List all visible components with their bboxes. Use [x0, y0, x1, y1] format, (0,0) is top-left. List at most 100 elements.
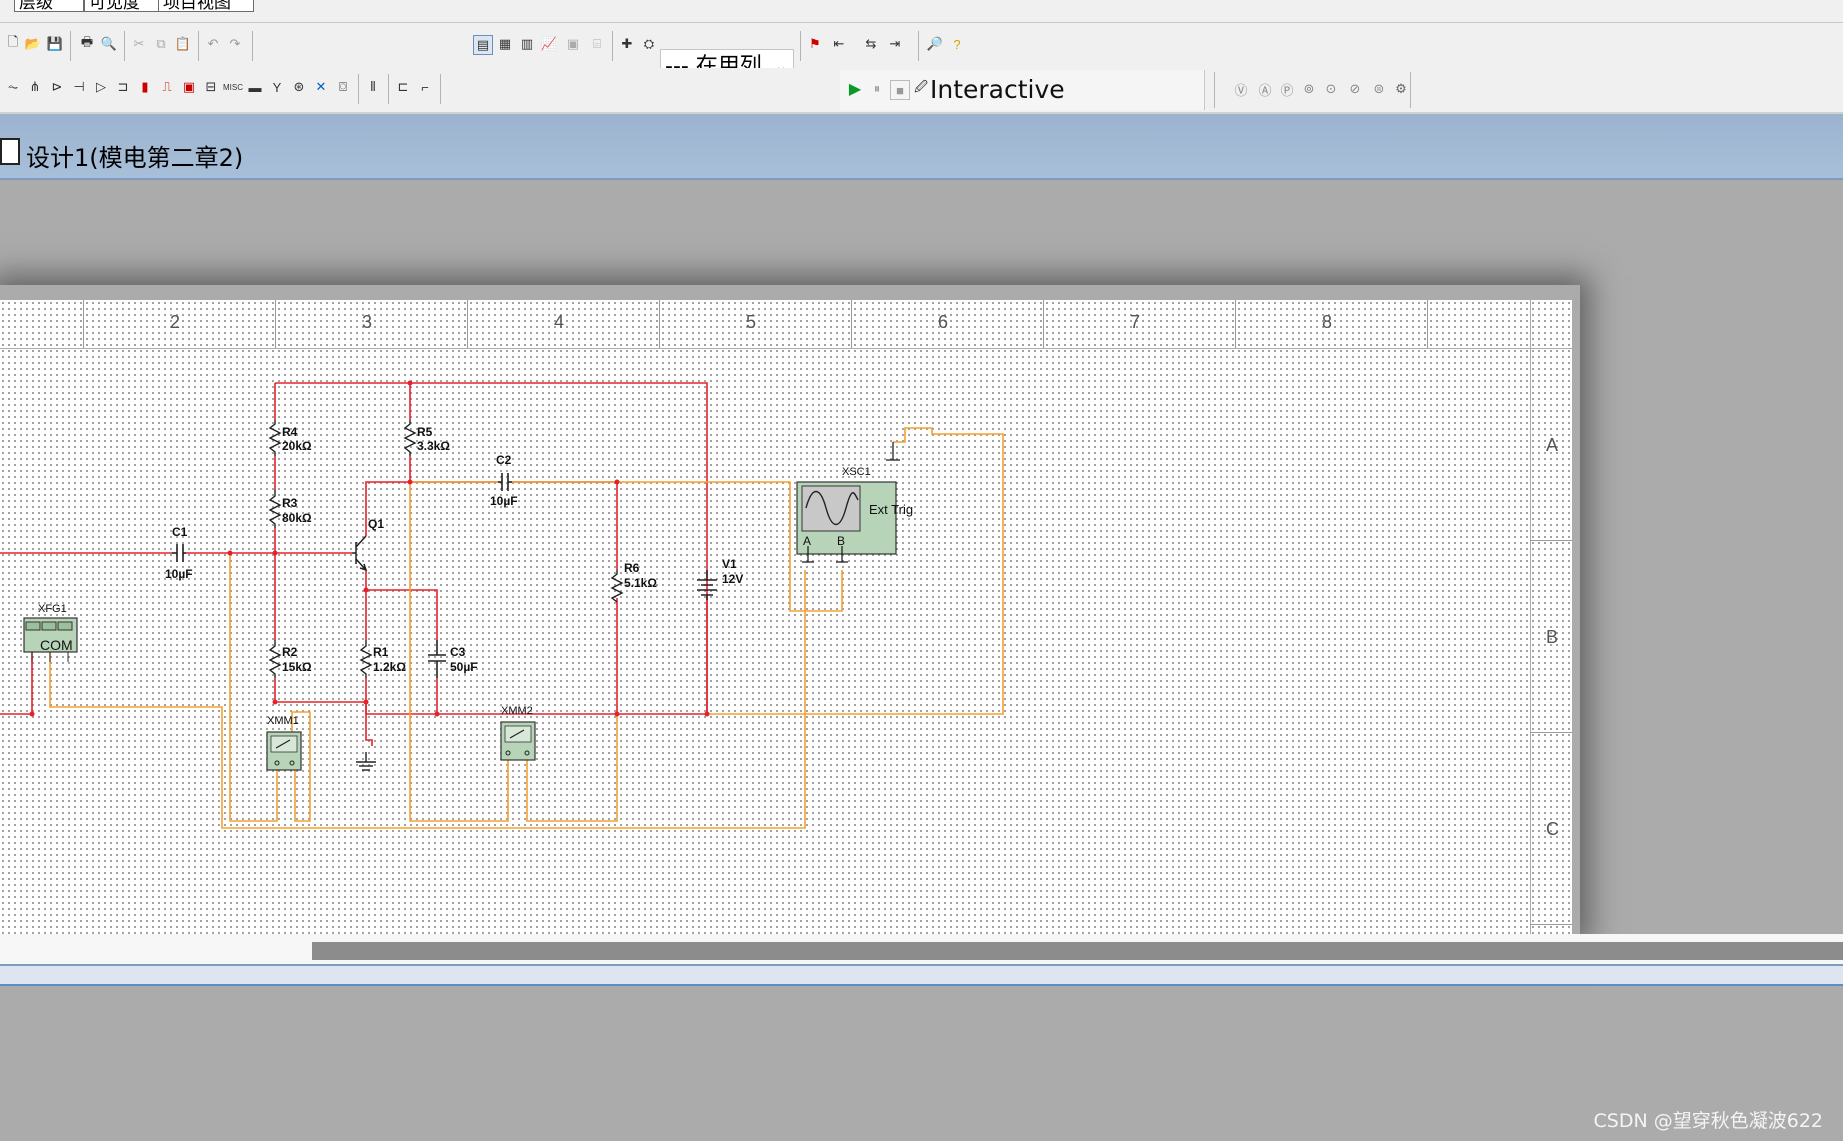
place-wire-icon[interactable]: ⌐	[416, 78, 434, 96]
multimeter-xmm2[interactable]	[500, 721, 536, 761]
place-bus-icon[interactable]: ⊏	[394, 78, 412, 96]
pause-icon[interactable]: ⏸	[868, 80, 886, 98]
standard-toolbar: 🗋 📂 💾 🖶 🔍 ✂ ⧉ 📋 ↶ ↷ ▤ ▦ ▥ 📈 ▣ ⌸ ✚ ⛭ --- …	[0, 23, 1843, 83]
print-preview-icon[interactable]: 🔍	[100, 35, 118, 53]
print-icon[interactable]: 🖶	[78, 34, 96, 53]
resistor-r5[interactable]	[403, 420, 417, 456]
spreadsheet-view-icon[interactable]: ▦	[496, 35, 514, 53]
place-component-icon[interactable]: ✚	[618, 35, 636, 53]
redo-icon[interactable]: ↷	[226, 35, 244, 53]
mixed-icon[interactable]: ⎍	[158, 78, 176, 96]
capacitor-c1[interactable]	[172, 544, 186, 562]
resistor-r3[interactable]	[268, 490, 282, 528]
resistor-r4[interactable]	[268, 420, 282, 456]
find-examples-icon[interactable]: 🔎	[926, 35, 944, 53]
digital-probe-icon[interactable]: ⊘	[1346, 80, 1364, 98]
resistor-r6[interactable]	[610, 570, 624, 603]
advanced-peripherals-icon[interactable]: ▬	[246, 78, 264, 96]
tab-visibility[interactable]: 可见度	[84, 0, 160, 12]
r6-ref-label: R6	[624, 561, 640, 575]
cut-icon[interactable]: ✂	[130, 35, 148, 53]
wire[interactable]	[275, 382, 708, 714]
simulation-mode-label[interactable]: Interactive	[930, 73, 1065, 107]
probe-settings-icon[interactable]: 🖉	[912, 79, 930, 98]
new-file-icon[interactable]: 🗋	[4, 34, 22, 53]
transistor-q1[interactable]	[352, 535, 368, 572]
junction-dot	[272, 550, 278, 556]
multimeter-xmm1[interactable]	[266, 731, 302, 771]
indicator-icon[interactable]: ▣	[180, 78, 198, 96]
electromechanical-icon[interactable]: ⊛	[290, 78, 308, 96]
wire[interactable]	[526, 714, 618, 822]
back-annotate-icon[interactable]: ⇤	[830, 35, 848, 53]
open-folder-icon[interactable]: 📂	[24, 35, 42, 53]
grapher-icon[interactable]: 📈	[540, 35, 558, 53]
r3-ref-label: R3	[282, 496, 298, 510]
scrollbar-thumb[interactable]	[312, 942, 1843, 960]
tab-hierarchy[interactable]: 层级	[14, 0, 84, 12]
copy-icon[interactable]: ⧉	[152, 35, 170, 53]
toolbar-separator	[358, 74, 359, 104]
tab-project-view[interactable]: 项目视图	[158, 0, 254, 12]
resistor-r1[interactable]	[359, 640, 373, 678]
postprocessor-icon[interactable]: ▣	[564, 35, 582, 53]
resistor-r2[interactable]	[268, 640, 282, 678]
rf-icon[interactable]: Y	[268, 78, 286, 96]
save-icon[interactable]: 💾	[46, 35, 64, 53]
r4-ref-label: R4	[282, 425, 298, 439]
annotate-icon[interactable]: ⚑	[806, 35, 824, 53]
ground-symbol[interactable]	[356, 752, 376, 771]
wire[interactable]	[365, 702, 373, 746]
probe-settings-gear-icon[interactable]: ⚙	[1392, 80, 1410, 98]
database-manager-icon[interactable]: ▥	[518, 35, 536, 53]
component-wizard-icon[interactable]: ⌸	[588, 35, 606, 53]
sheet-tab-bar	[0, 964, 1843, 986]
current-probe-icon[interactable]: Ⓐ	[1256, 80, 1274, 98]
ni-component-icon[interactable]: ✕	[312, 78, 330, 96]
xmm2-ref-label: XMM2	[501, 705, 533, 717]
voltage-probe-icon[interactable]: Ⓥ	[1232, 80, 1250, 98]
ttl-icon[interactable]: ⊐	[114, 78, 132, 96]
power-probe-icon[interactable]: Ⓟ	[1278, 80, 1296, 98]
r5-ref-label: R5	[417, 425, 433, 439]
wire[interactable]	[49, 570, 806, 829]
wire[interactable]	[366, 589, 438, 640]
power-component-icon[interactable]: ⊟	[202, 78, 220, 96]
cmos-icon[interactable]: ▮	[136, 78, 154, 96]
mcu-icon[interactable]: ⌼	[334, 78, 352, 96]
capacitor-c3[interactable]	[428, 640, 446, 678]
c2-value-label: 10µF	[490, 494, 518, 508]
stop-icon[interactable]: ■	[890, 80, 910, 100]
design-title-bar	[0, 114, 1843, 180]
analog-icon[interactable]: ▷	[92, 78, 110, 96]
toolbar-separator	[612, 31, 613, 61]
place-hierarchical-block-icon[interactable]: ⫴	[364, 78, 382, 96]
wire[interactable]	[274, 678, 366, 703]
transfer-icon[interactable]: ⇆	[862, 35, 880, 53]
source-icon[interactable]: ⏦	[4, 78, 22, 96]
battery-v1[interactable]	[697, 570, 717, 600]
run-icon[interactable]: ▶	[846, 80, 864, 98]
differential-probe-icon[interactable]: ⊚	[1300, 80, 1318, 98]
wire[interactable]	[365, 481, 498, 536]
wire[interactable]	[512, 481, 843, 612]
diode-icon[interactable]: ⊳	[48, 78, 66, 96]
help-icon[interactable]: ?	[948, 35, 966, 53]
transistor-icon[interactable]: ⊣	[70, 78, 88, 96]
r3-value-label: 80kΩ	[282, 511, 312, 525]
panel-tab-strip: 层级 可见度 项目视图	[0, 0, 1843, 23]
basic-component-icon[interactable]: ⋔	[26, 78, 44, 96]
voltage-reference-probe-icon[interactable]: ⊙	[1322, 80, 1340, 98]
design-toolbox-icon[interactable]: ▤	[473, 35, 493, 55]
misc-icon[interactable]: MISC	[223, 78, 243, 96]
undo-icon[interactable]: ↶	[204, 35, 222, 53]
capacitor-c2[interactable]	[498, 473, 512, 491]
ground-probe-icon[interactable]: ⊜	[1370, 80, 1388, 98]
wire[interactable]	[229, 553, 278, 822]
forward-annotate-icon[interactable]: ⇥	[886, 35, 904, 53]
electrical-rules-icon[interactable]: ⛭	[640, 35, 658, 53]
junction-dot	[363, 587, 369, 593]
paste-icon[interactable]: 📋	[174, 35, 192, 53]
circuit-schematic: R4 20kΩ R5 3.3kΩ R3 80kΩ R2 15kΩ R1 1.2k…	[0, 380, 1004, 829]
row-label: B	[1546, 627, 1559, 647]
